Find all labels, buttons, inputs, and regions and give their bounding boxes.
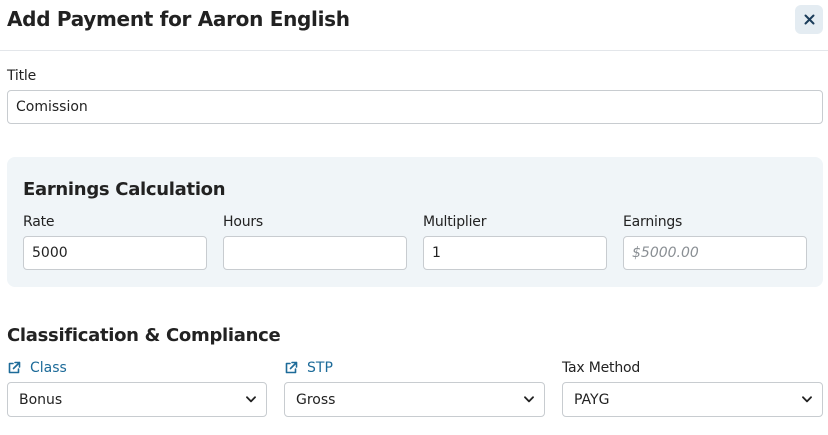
chevron-down-icon <box>524 396 534 403</box>
classification-heading: Classification & Compliance <box>7 325 281 346</box>
earnings-input[interactable] <box>623 236 807 270</box>
title-label: Title <box>7 68 37 84</box>
tax-method-label: Tax Method <box>562 360 641 376</box>
dialog-header: Add Payment for Aaron English <box>0 0 828 51</box>
class-select[interactable]: Bonus <box>7 382 267 417</box>
stp-link[interactable]: STP <box>284 360 333 376</box>
tax-method-selected-value: PAYG <box>574 391 610 408</box>
earnings-calculation-heading: Earnings Calculation <box>23 179 226 200</box>
class-label: Class <box>30 360 67 376</box>
close-icon <box>804 14 814 25</box>
chevron-down-icon <box>246 396 256 403</box>
tax-method-select[interactable]: PAYG <box>562 382 823 417</box>
dialog-title: Add Payment for Aaron English <box>7 7 350 31</box>
earnings-label: Earnings <box>623 214 683 230</box>
rate-label: Rate <box>23 214 55 230</box>
close-button[interactable] <box>795 5 823 34</box>
external-link-icon <box>285 361 298 374</box>
class-selected-value: Bonus <box>19 391 63 408</box>
multiplier-input[interactable] <box>423 236 607 270</box>
chevron-down-icon <box>802 396 812 403</box>
hours-input[interactable] <box>223 236 407 270</box>
stp-select[interactable]: Gross <box>284 382 545 417</box>
class-link[interactable]: Class <box>7 360 67 376</box>
external-link-icon <box>8 361 21 374</box>
title-input[interactable] <box>7 90 823 124</box>
stp-selected-value: Gross <box>296 391 336 408</box>
hours-label: Hours <box>223 214 264 230</box>
rate-input[interactable] <box>23 236 207 270</box>
stp-label: STP <box>307 360 333 376</box>
multiplier-label: Multiplier <box>423 214 487 230</box>
